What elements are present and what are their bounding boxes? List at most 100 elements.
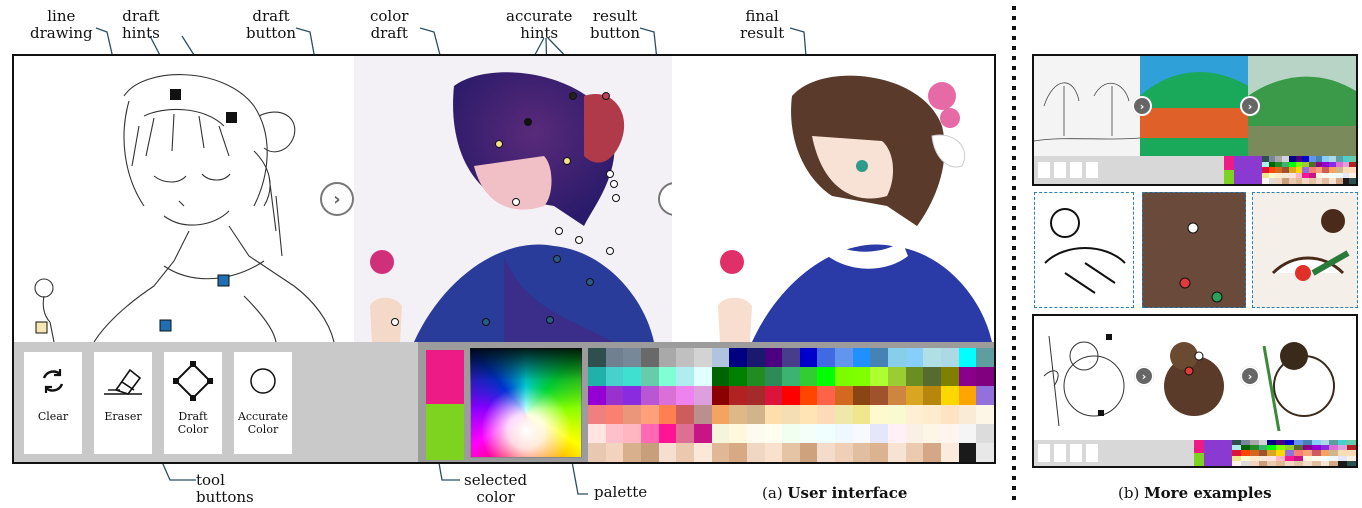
palette-swatch[interactable]: [640, 424, 659, 443]
palette-swatch[interactable]: [888, 386, 906, 405]
palette-swatch[interactable]: [693, 424, 712, 443]
color-wheel[interactable]: [470, 348, 582, 458]
palette-swatch[interactable]: [676, 405, 694, 424]
palette-swatch[interactable]: [923, 424, 942, 443]
palette-swatch[interactable]: [941, 348, 959, 367]
palette-swatch[interactable]: [799, 424, 818, 443]
palette-swatch[interactable]: [923, 348, 942, 367]
palette-swatch[interactable]: [711, 424, 730, 443]
draft-button[interactable]: ›: [320, 182, 354, 216]
palette-swatch[interactable]: [870, 443, 889, 462]
palette-swatch[interactable]: [640, 405, 659, 424]
palette-swatch[interactable]: [799, 405, 818, 424]
palette-swatch[interactable]: [605, 443, 624, 462]
palette-swatch[interactable]: [729, 367, 747, 386]
palette-swatch[interactable]: [623, 405, 641, 424]
palette-swatch[interactable]: [817, 386, 836, 405]
palette-swatch[interactable]: [870, 348, 889, 367]
palette-swatch[interactable]: [941, 424, 959, 443]
palette-swatch[interactable]: [799, 443, 818, 462]
palette-swatch[interactable]: [958, 386, 977, 405]
palette-swatch[interactable]: [852, 405, 871, 424]
palette-swatch[interactable]: [623, 424, 641, 443]
palette-swatch[interactable]: [623, 443, 641, 462]
palette-swatch[interactable]: [588, 367, 606, 386]
palette-swatch[interactable]: [923, 405, 942, 424]
palette-swatch[interactable]: [835, 424, 853, 443]
palette-swatch[interactable]: [976, 367, 994, 386]
palette-swatch[interactable]: [799, 367, 818, 386]
palette-swatch[interactable]: [852, 443, 871, 462]
palette-swatch[interactable]: [676, 348, 694, 367]
palette-swatch[interactable]: [658, 386, 677, 405]
palette-swatch[interactable]: [746, 367, 765, 386]
palette-swatch[interactable]: [852, 348, 871, 367]
palette-swatch[interactable]: [958, 405, 977, 424]
palette-swatch[interactable]: [782, 386, 800, 405]
palette-swatch[interactable]: [764, 443, 783, 462]
palette-swatch[interactable]: [658, 348, 677, 367]
palette-swatch[interactable]: [817, 348, 836, 367]
eraser-button[interactable]: Eraser: [94, 352, 152, 454]
palette-swatch[interactable]: [623, 386, 641, 405]
palette-swatch[interactable]: [870, 424, 889, 443]
palette-swatch[interactable]: [693, 348, 712, 367]
palette-swatch[interactable]: [941, 367, 959, 386]
palette-swatch[interactable]: [888, 443, 906, 462]
palette-swatch[interactable]: [799, 348, 818, 367]
palette-swatch[interactable]: [711, 367, 730, 386]
palette-swatch[interactable]: [640, 443, 659, 462]
line-drawing-canvas[interactable]: [14, 56, 354, 342]
palette-swatch[interactable]: [588, 348, 606, 367]
palette-swatch[interactable]: [640, 367, 659, 386]
palette-swatch[interactable]: [782, 405, 800, 424]
palette-swatch[interactable]: [693, 443, 712, 462]
palette-swatch[interactable]: [693, 405, 712, 424]
palette-swatch[interactable]: [729, 386, 747, 405]
palette-swatch[interactable]: [870, 405, 889, 424]
palette-swatch[interactable]: [605, 367, 624, 386]
palette-swatch[interactable]: [658, 443, 677, 462]
palette-swatch[interactable]: [817, 443, 836, 462]
palette-swatch[interactable]: [835, 348, 853, 367]
palette-swatch[interactable]: [588, 443, 606, 462]
palette-swatch[interactable]: [852, 424, 871, 443]
palette-swatch[interactable]: [888, 424, 906, 443]
palette-swatch[interactable]: [782, 348, 800, 367]
palette-swatch[interactable]: [764, 386, 783, 405]
palette-swatch[interactable]: [852, 367, 871, 386]
color-draft-canvas[interactable]: [354, 56, 672, 342]
palette-swatch[interactable]: [835, 367, 853, 386]
palette-swatch[interactable]: [640, 386, 659, 405]
draft-color-button[interactable]: Draft Color: [164, 352, 222, 454]
palette-swatch[interactable]: [905, 386, 924, 405]
palette-swatch[interactable]: [729, 424, 747, 443]
palette-swatch[interactable]: [799, 386, 818, 405]
palette-swatch[interactable]: [958, 348, 977, 367]
palette-swatch[interactable]: [941, 443, 959, 462]
palette-swatch[interactable]: [746, 443, 765, 462]
palette-swatch[interactable]: [923, 386, 942, 405]
palette-swatch[interactable]: [782, 424, 800, 443]
palette-swatch[interactable]: [905, 367, 924, 386]
palette-swatch[interactable]: [976, 348, 994, 367]
palette-swatch[interactable]: [958, 424, 977, 443]
palette-swatch[interactable]: [941, 405, 959, 424]
palette-swatch[interactable]: [835, 405, 853, 424]
palette-swatch[interactable]: [764, 348, 783, 367]
selected-color-secondary[interactable]: [426, 404, 464, 460]
palette-swatch[interactable]: [976, 405, 994, 424]
palette-swatch[interactable]: [658, 367, 677, 386]
palette-swatch[interactable]: [658, 405, 677, 424]
palette-swatch[interactable]: [729, 405, 747, 424]
palette-swatch[interactable]: [711, 443, 730, 462]
palette-swatch[interactable]: [623, 348, 641, 367]
palette-swatch[interactable]: [711, 386, 730, 405]
palette-swatch[interactable]: [905, 405, 924, 424]
palette-swatch[interactable]: [817, 424, 836, 443]
palette-swatch[interactable]: [764, 367, 783, 386]
palette-swatch[interactable]: [588, 386, 606, 405]
palette-swatch[interactable]: [605, 348, 624, 367]
palette-swatch[interactable]: [605, 424, 624, 443]
palette-swatch[interactable]: [817, 405, 836, 424]
